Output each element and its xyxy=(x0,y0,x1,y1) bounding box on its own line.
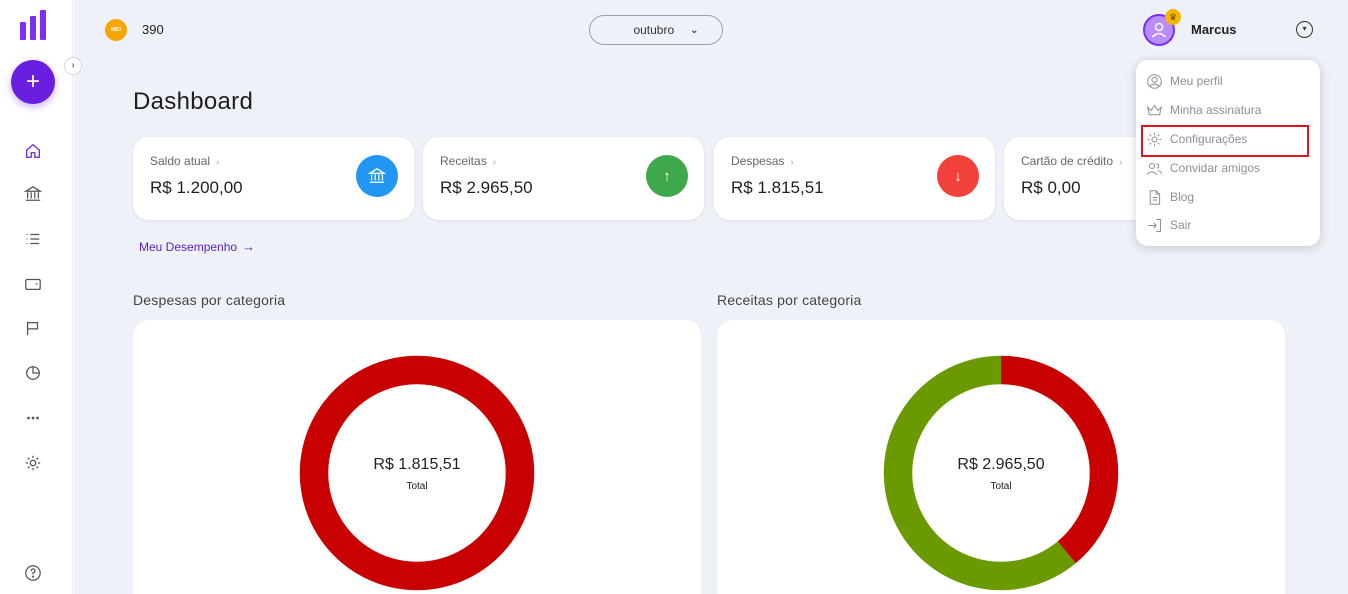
menu-item-minha-assinatura[interactable]: Minha assinatura xyxy=(1146,99,1261,121)
income-chart-card: R$ 2.965,50 Total xyxy=(717,320,1285,594)
add-transaction-button[interactable]: + xyxy=(11,60,55,104)
sidebar-gear-icon[interactable] xyxy=(23,453,43,473)
card-value: R$ 1.200,00 xyxy=(150,178,243,197)
user-menu-chevron-icon[interactable]: ▾ xyxy=(1296,21,1313,38)
sidebar-flag-icon[interactable] xyxy=(23,318,43,338)
card-value: R$ 0,00 xyxy=(1021,178,1081,197)
performance-link[interactable]: Meu Desempenho → xyxy=(139,239,255,254)
expenses-total: R$ 1.815,51 xyxy=(373,456,461,473)
help-icon[interactable] xyxy=(23,563,43,583)
sidebar: + xyxy=(0,0,73,594)
page-title: Dashboard xyxy=(133,88,254,115)
sidebar-wallet-icon[interactable] xyxy=(23,274,43,294)
card-label: Cartão de crédito › xyxy=(1021,154,1123,168)
menu-item-sair[interactable]: Sair xyxy=(1146,214,1191,236)
configuracoes-highlight-box xyxy=(1141,125,1309,157)
expenses-chart-card: R$ 1.815,51 Total xyxy=(133,320,701,594)
users-icon xyxy=(1146,162,1163,175)
menu-item-blog[interactable]: Blog xyxy=(1146,186,1194,208)
coin-icon: MB3 xyxy=(105,19,127,41)
main-area: MB3 390 outubro ⌄ ♛ Marcus ▾ Dashboard S… xyxy=(74,0,1348,594)
income-total-caption: Total xyxy=(990,481,1012,492)
card-receitas[interactable]: Receitas › R$ 2.965,50 ↑ xyxy=(423,137,704,220)
crown-icon xyxy=(1146,103,1163,115)
menu-item-meu-perfil[interactable]: Meu perfil xyxy=(1146,70,1223,92)
income-total: R$ 2.965,50 xyxy=(957,456,1045,473)
sidebar-list-icon[interactable] xyxy=(23,229,43,249)
username[interactable]: Marcus xyxy=(1191,22,1237,37)
sidebar-home-icon[interactable] xyxy=(23,141,43,161)
expenses-total-caption: Total xyxy=(406,481,428,492)
card-label: Despesas › xyxy=(731,154,794,168)
expenses-section-title: Despesas por categoria xyxy=(133,292,286,308)
crown-icon: ♛ xyxy=(1165,9,1181,25)
menu-item-convidar-amigos[interactable]: Convidar amigos xyxy=(1146,157,1260,179)
document-icon xyxy=(1149,189,1161,205)
collapse-sidebar-button[interactable]: › xyxy=(64,57,82,75)
month-selector[interactable]: outubro ⌄ xyxy=(589,15,723,45)
sidebar-more-icon[interactable] xyxy=(23,408,43,428)
card-value: R$ 2.965,50 xyxy=(440,178,533,197)
user-circle-icon xyxy=(1147,73,1162,89)
arrow-down-icon: ↓ xyxy=(937,155,979,197)
bank-icon xyxy=(356,155,398,197)
arrow-right-icon: → xyxy=(242,239,256,254)
app-logo[interactable] xyxy=(20,10,48,40)
arrow-up-icon: ↑ xyxy=(646,155,688,197)
card-despesas[interactable]: Despesas › R$ 1.815,51 ↓ xyxy=(714,137,995,220)
month-label: outubro xyxy=(633,23,675,37)
card-saldo-atual[interactable]: Saldo atual › R$ 1.200,00 xyxy=(133,137,414,220)
card-label: Receitas › xyxy=(440,154,497,168)
sidebar-pie-chart-icon[interactable] xyxy=(23,363,43,383)
points-count: 390 xyxy=(142,22,164,37)
income-section-title: Receitas por categoria xyxy=(717,292,862,308)
logout-icon xyxy=(1147,218,1161,232)
chevron-down-icon: ⌄ xyxy=(690,24,699,36)
sidebar-bank-icon[interactable] xyxy=(23,184,43,204)
card-value: R$ 1.815,51 xyxy=(731,178,824,197)
card-label: Saldo atual › xyxy=(150,154,220,168)
